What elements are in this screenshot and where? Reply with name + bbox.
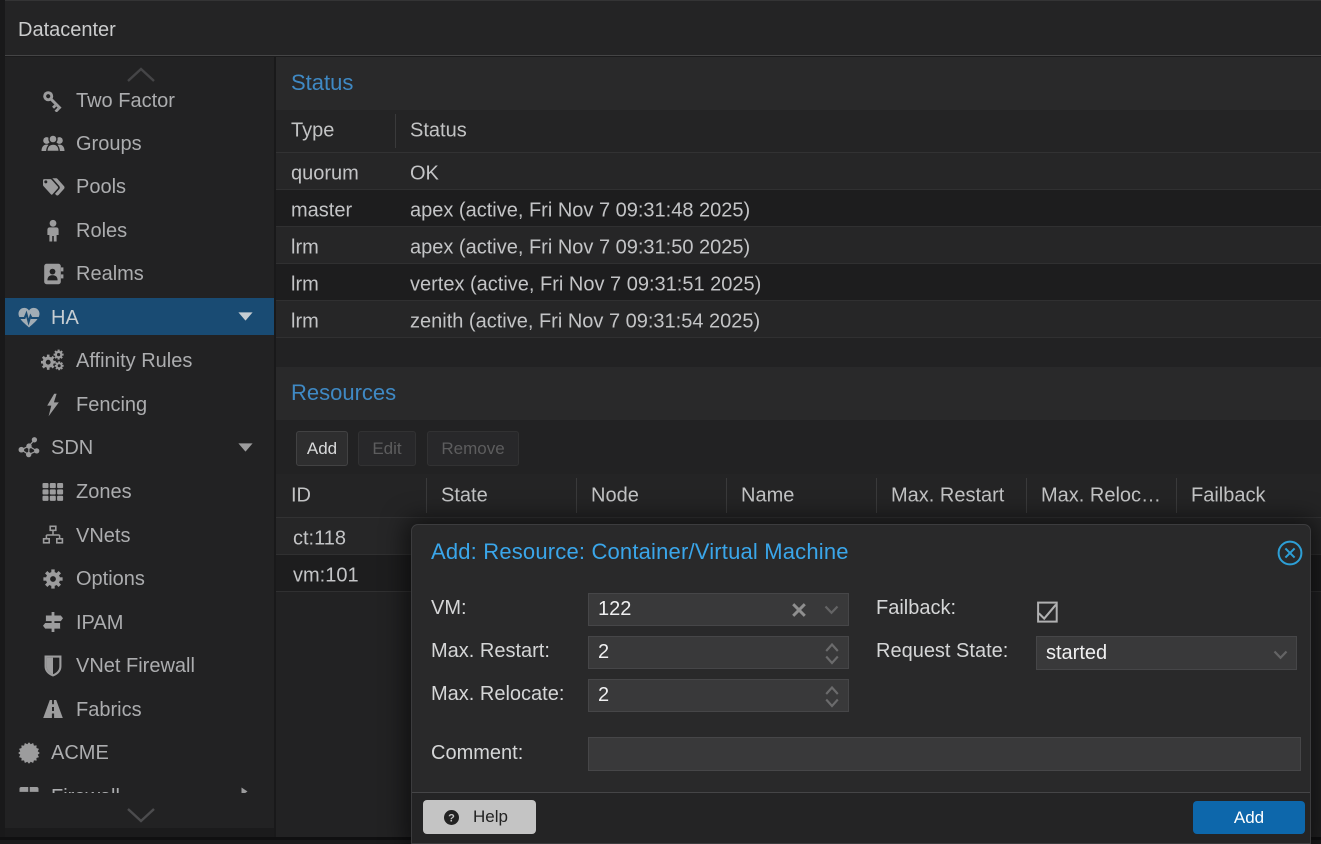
svg-text:?: ? [448, 813, 455, 825]
